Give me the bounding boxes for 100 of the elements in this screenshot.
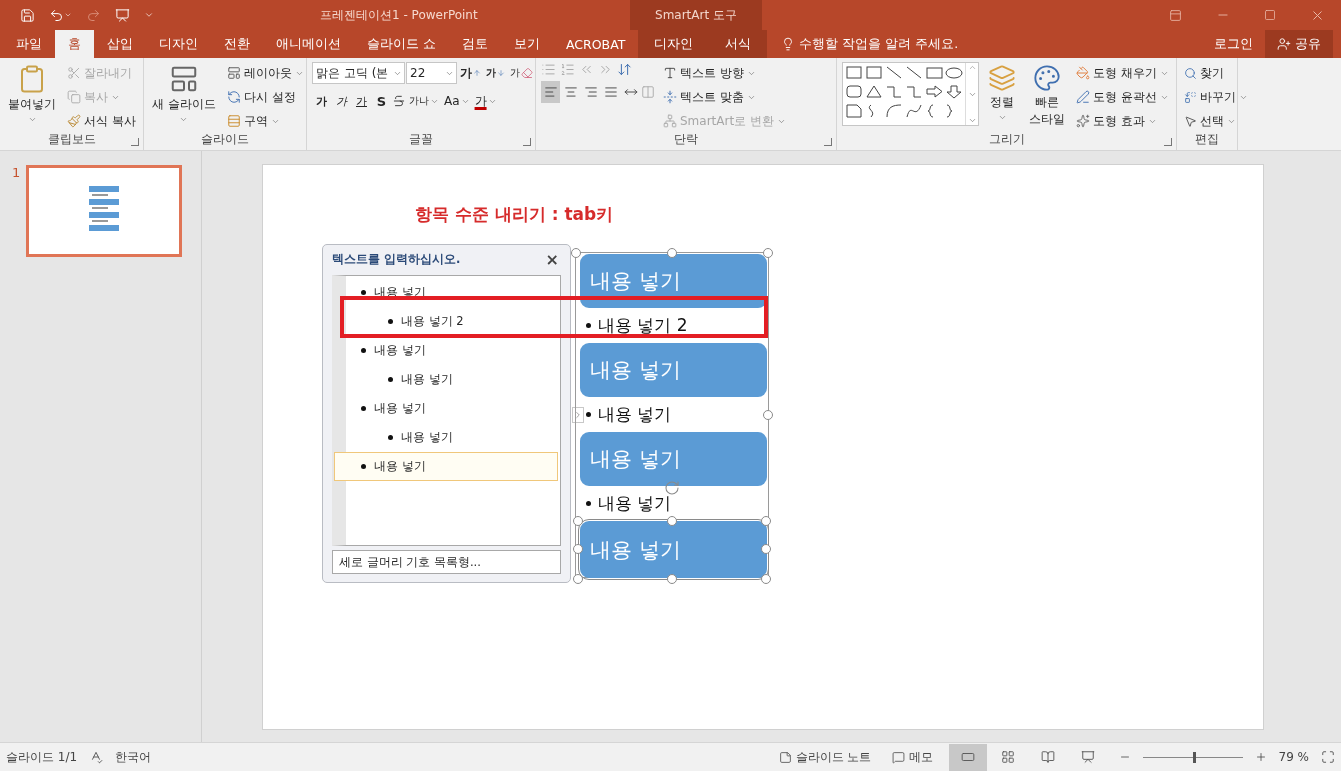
ribbon-tab[interactable]: 보기: [501, 30, 553, 58]
save-button[interactable]: [20, 7, 35, 23]
change-case-button[interactable]: Aa: [442, 90, 472, 112]
layout-name-field: 세로 글머리 기호 목록형...: [332, 550, 561, 574]
ribbon-tab[interactable]: 서식: [709, 30, 768, 58]
resize-handle[interactable]: [571, 248, 581, 258]
ribbon-tab[interactable]: ACROBAT: [553, 30, 639, 58]
rotate-handle[interactable]: [664, 480, 680, 496]
outline-item[interactable]: 내용 넣기: [346, 335, 558, 365]
shape-gallery[interactable]: [842, 62, 979, 126]
strikethrough-button[interactable]: [392, 94, 406, 108]
clear-formatting-button[interactable]: 가: [508, 62, 535, 84]
resize-handle[interactable]: [761, 544, 772, 554]
underline-button[interactable]: 가: [352, 90, 371, 112]
notes-button[interactable]: 슬라이드 노트: [774, 748, 876, 766]
ribbon-display-button[interactable]: [1169, 8, 1182, 22]
ribbon-tab[interactable]: 파일: [3, 30, 55, 58]
section-button[interactable]: 구역: [224, 110, 306, 132]
outline-item[interactable]: 내용 넣기 2: [346, 306, 558, 336]
reset-button[interactable]: 다시 설정: [224, 86, 306, 108]
grow-font-button[interactable]: 가: [458, 62, 483, 84]
font-name-field[interactable]: 맑은 고딕 (본: [312, 62, 405, 84]
replace-button[interactable]: 바꾸기: [1182, 86, 1250, 108]
font-size-field[interactable]: 22: [406, 62, 457, 84]
ribbon-tab[interactable]: 검토: [449, 30, 501, 58]
resize-handle[interactable]: [572, 516, 583, 526]
expand-pane-button[interactable]: [572, 407, 584, 423]
zoom-level[interactable]: 79 %: [1278, 750, 1309, 764]
caret-icon: [27, 115, 37, 124]
resize-handle[interactable]: [763, 248, 773, 258]
resize-handle[interactable]: [667, 516, 677, 526]
ribbon-tab[interactable]: 홈: [55, 30, 94, 58]
window-title: 프레젠테이션1 - PowerPoint: [320, 6, 479, 24]
dialog-launcher-icon[interactable]: [1164, 138, 1172, 146]
ribbon-tab[interactable]: 전환: [211, 30, 263, 58]
line-spacing-button[interactable]: [617, 62, 632, 77]
resize-handle[interactable]: [761, 516, 772, 526]
strikethrough-icon: [392, 94, 406, 108]
resize-handle[interactable]: [667, 574, 677, 584]
close-button[interactable]: ×: [543, 250, 561, 270]
arrange-button[interactable]: 정렬: [985, 62, 1019, 132]
resize-handle[interactable]: [763, 410, 773, 420]
slide-thumbnail[interactable]: [26, 165, 183, 257]
character-spacing-button[interactable]: 가나: [407, 90, 441, 112]
tell-me-field[interactable]: 수행할 작업을 알려 주세요.: [781, 30, 959, 58]
quick-styles-button[interactable]: 빠른 스타일: [1025, 62, 1069, 132]
comments-button[interactable]: 메모: [887, 748, 937, 766]
resize-handle[interactable]: [572, 544, 583, 554]
ribbon-tab[interactable]: 슬라이드 쇼: [354, 30, 449, 58]
outline-item[interactable]: 내용 넣기: [346, 393, 558, 423]
dialog-launcher-icon[interactable]: [523, 138, 531, 146]
caret-icon: [179, 115, 189, 124]
eraser-icon: [521, 67, 533, 79]
dialog-launcher-icon[interactable]: [131, 138, 139, 146]
resize-handle[interactable]: [572, 574, 583, 584]
shape-outline-button[interactable]: 도형 윤곽선: [1074, 86, 1171, 108]
fit-slide-button[interactable]: [1321, 750, 1335, 764]
outline-item[interactable]: 내용 넣기: [346, 364, 558, 394]
italic-button[interactable]: 가: [332, 90, 351, 112]
ribbon-tab[interactable]: 삽입: [94, 30, 146, 58]
sign-in-link[interactable]: 로그인: [1214, 35, 1253, 53]
columns-button[interactable]: [641, 85, 655, 99]
zoom-thumb[interactable]: [1192, 751, 1196, 763]
bullet-text: 내용 넣기 2: [580, 308, 767, 343]
alignment-button[interactable]: [541, 81, 560, 103]
undo-button[interactable]: [49, 7, 72, 23]
text-direction-button[interactable]: 텍스트 방향: [661, 62, 788, 84]
bold-button[interactable]: 가: [312, 90, 331, 112]
ribbon-tab[interactable]: 디자인: [638, 30, 710, 58]
paste-button[interactable]: 붙여넣기: [5, 62, 59, 132]
ribbon-tab[interactable]: 디자인: [146, 30, 211, 58]
customize-button[interactable]: [144, 10, 154, 20]
view-button[interactable]: [948, 743, 987, 771]
font-color-button[interactable]: 가: [472, 90, 499, 112]
layout-button[interactable]: 레이아웃: [224, 62, 306, 84]
outline-item[interactable]: 내용 넣기: [334, 451, 558, 481]
slideshow-button[interactable]: [115, 7, 130, 23]
ribbon-tab[interactable]: 애니메이션: [263, 30, 354, 58]
redo-button[interactable]: [86, 7, 101, 23]
spell-check-button[interactable]: [89, 750, 104, 764]
resize-handle[interactable]: [761, 574, 772, 584]
numbering-button[interactable]: [560, 62, 575, 77]
bullets-button[interactable]: [541, 62, 556, 77]
shape-effects-button[interactable]: 도형 효과: [1074, 110, 1171, 132]
shadow-button[interactable]: S: [372, 90, 391, 112]
maximize-button[interactable]: [1264, 9, 1276, 21]
share-button[interactable]: 공유: [1265, 30, 1333, 58]
dialog-launcher-icon[interactable]: [824, 138, 832, 146]
bullet-list-icon: [541, 62, 556, 77]
format-painter-button[interactable]: 서식 복사: [65, 110, 138, 132]
new-slide-button[interactable]: 새 슬라이드: [149, 62, 219, 132]
shrink-font-button[interactable]: 가: [484, 62, 507, 84]
select-button[interactable]: 선택: [1182, 110, 1250, 132]
bullet-text: 내용 넣기: [580, 397, 767, 432]
zoom-in-button[interactable]: [1254, 751, 1267, 763]
outline-item[interactable]: 내용 넣기: [346, 422, 558, 452]
shape-fill-button[interactable]: 도형 채우기: [1074, 62, 1171, 84]
align-text-button[interactable]: 텍스트 맞춤: [661, 86, 788, 108]
resize-handle[interactable]: [667, 248, 677, 258]
find-button[interactable]: 찾기: [1182, 62, 1250, 84]
